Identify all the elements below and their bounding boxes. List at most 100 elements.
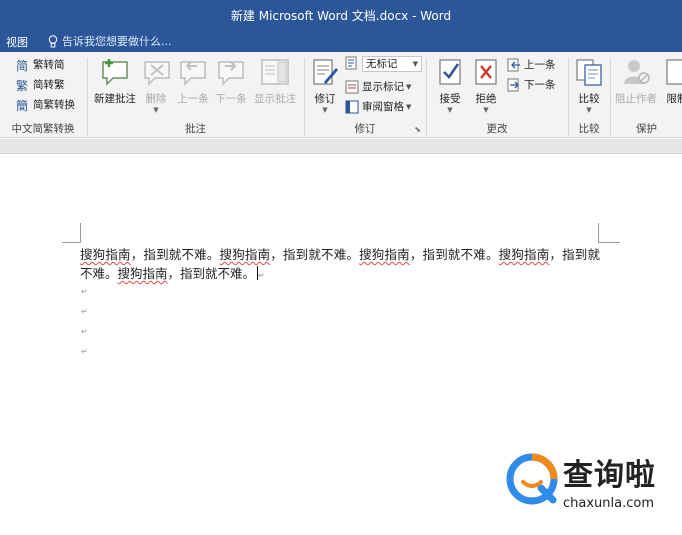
text-run: ，指到就不难。 <box>167 266 256 281</box>
svg-text:繁: 繁 <box>16 78 28 92</box>
show-markup-label: 显示标记 <box>362 81 404 93</box>
chevron-down-icon: ▼ <box>586 106 592 114</box>
group-label-comments: 批注 <box>185 123 206 135</box>
markup-mode-select[interactable]: 无标记 ▼ <box>362 56 422 72</box>
trad-to-simp-icon: 简 <box>16 58 30 72</box>
track-changes-button[interactable]: 修订 ▼ <box>309 56 341 114</box>
tell-me-box[interactable]: 告诉我您想要做什么... <box>48 33 172 49</box>
paragraph-mark-icon: ↵ <box>81 287 88 296</box>
paragraph-mark-icon: ↵ <box>81 307 88 316</box>
reviewing-pane-icon <box>345 100 359 114</box>
new-comment-label: 新建批注 <box>94 93 136 105</box>
group-label-chinese: 中文简繁转换 <box>11 123 75 135</box>
paragraph-mark-icon: ↵ <box>258 271 265 280</box>
compare-label: 比较 <box>578 93 600 105</box>
next-comment-label: 下一条 <box>215 93 247 105</box>
window-title: 新建 Microsoft Word 文档.docx - Word <box>230 9 452 23</box>
trad-to-simp-button[interactable]: 简 繁转简 <box>16 57 65 72</box>
tab-view[interactable]: 视图 <box>6 34 28 50</box>
reviewing-pane-label: 审阅窗格 <box>362 101 404 113</box>
convert-icon: 簡 <box>16 98 30 112</box>
group-tracking: 修订 ▼ 无标记 ▼ 显示标记 ▼ 审阅窗格 ▼ 修订 ⬊ <box>305 52 425 138</box>
text-run: ，指到就不难。 <box>130 247 220 262</box>
restrict-editing-button[interactable]: 限制 <box>661 56 682 106</box>
ribbon: 简 繁转简 繁 简转繁 簡 简繁转换 中文简繁转换 新建批注 删除 ▼ 上一条 … <box>0 52 682 138</box>
group-chinese-conversion: 简 繁转简 繁 简转繁 簡 简繁转换 中文简繁转换 <box>0 52 86 138</box>
paragraph-mark-icon: ↵ <box>81 327 88 336</box>
restrict-editing-icon <box>666 59 682 85</box>
watermark-url: chaxunla.com <box>563 496 654 511</box>
compare-button[interactable]: 比较 ▼ <box>573 56 605 114</box>
spell-flagged-word: 搜狗指南 <box>498 247 550 262</box>
group-label-tracking: 修订 <box>354 123 376 135</box>
simp-to-trad-button[interactable]: 繁 简转繁 <box>16 77 65 92</box>
next-change-label: 下一条 <box>524 79 556 91</box>
paragraph[interactable]: 搜狗指南，指到就不难。搜狗指南，指到就不难。搜狗指南，指到就不难。搜狗指南，指到… <box>80 245 600 285</box>
previous-change-label: 上一条 <box>524 59 556 71</box>
crop-mark <box>80 223 81 243</box>
track-changes-label: 修订 <box>314 93 336 105</box>
previous-comment-label: 上一条 <box>177 93 209 105</box>
group-label-protect: 保护 <box>636 123 657 135</box>
group-comments: 新建批注 删除 ▼ 上一条 下一条 显示批注 批注 <box>88 52 303 138</box>
markup-mode-value: 无标记 <box>366 58 398 70</box>
block-authors-icon <box>624 60 650 84</box>
chevron-down-icon: ▼ <box>483 106 489 114</box>
markup-mode-icon-wrap <box>345 56 362 70</box>
track-changes-icon <box>313 59 338 85</box>
previous-comment-button[interactable]: 上一条 <box>175 56 211 106</box>
spell-flagged-word: 搜狗指南 <box>80 247 131 262</box>
search-logo-icon <box>506 453 558 505</box>
convert-button[interactable]: 簡 简繁转换 <box>16 97 75 112</box>
accept-button[interactable]: 接受 ▼ <box>433 56 467 114</box>
group-changes: 接受 ▼ 拒绝 ▼ 上一条 下一条 更改 <box>427 52 567 138</box>
chevron-down-icon: ▼ <box>412 60 418 68</box>
reject-icon <box>475 59 497 85</box>
group-protect: 阻止作者 限制 保护 <box>611 52 682 138</box>
document-body[interactable]: 搜狗指南，指到就不难。搜狗指南，指到就不难。搜狗指南，指到就不难。搜狗指南，指到… <box>80 245 600 285</box>
simp-to-trad-icon: 繁 <box>16 78 30 92</box>
reject-button[interactable]: 拒绝 ▼ <box>469 56 503 114</box>
chevron-down-icon: ▼ <box>447 106 453 114</box>
group-label-changes: 更改 <box>486 123 508 135</box>
accept-icon <box>439 59 461 85</box>
show-comments-label: 显示批注 <box>254 93 296 105</box>
svg-text:简: 简 <box>16 59 28 72</box>
watermark-logo: 查询啦 chaxunla.com <box>505 450 680 516</box>
restrict-editing-label: 限制 <box>666 93 682 105</box>
new-comment-icon <box>102 59 128 86</box>
spell-flagged-word: 搜狗指南 <box>117 266 168 281</box>
lightbulb-icon <box>48 34 58 48</box>
accept-label: 接受 <box>439 93 461 105</box>
next-comment-icon <box>218 61 244 86</box>
reject-label: 拒绝 <box>475 93 497 105</box>
show-comments-button[interactable]: 显示批注 <box>251 56 299 106</box>
dialog-launcher-icon[interactable]: ⬊ <box>414 125 421 134</box>
show-markup-icon <box>345 80 359 94</box>
next-comment-button[interactable]: 下一条 <box>213 56 249 106</box>
svg-text:簡: 簡 <box>16 98 28 112</box>
simp-to-trad-label: 简转繁 <box>33 79 65 91</box>
next-change-button[interactable]: 下一条 <box>507 77 556 92</box>
new-comment-button[interactable]: 新建批注 <box>90 56 140 106</box>
paragraph-mark-icon: ↵ <box>81 347 88 356</box>
delete-comment-button[interactable]: 删除 ▼ <box>141 56 171 114</box>
tell-me-text: 告诉我您想要做什么... <box>62 35 172 48</box>
crop-mark <box>62 242 81 243</box>
chevron-down-icon: ▼ <box>322 106 328 114</box>
text-run: ，指到就不难。 <box>409 247 499 262</box>
delete-comment-icon <box>144 61 170 86</box>
previous-change-button[interactable]: 上一条 <box>507 57 556 72</box>
crop-mark <box>598 242 620 243</box>
ribbon-tab-row: 视图 告诉我您想要做什么... <box>0 30 682 52</box>
delete-comment-label: 删除 <box>145 93 167 105</box>
ribbon-bottom-strip <box>0 139 682 154</box>
show-markup-button[interactable]: 显示标记 ▼ <box>345 79 411 94</box>
chevron-down-icon: ▼ <box>406 82 412 91</box>
show-comments-icon <box>261 59 289 85</box>
group-label-compare: 比较 <box>578 123 600 135</box>
reviewing-pane-button[interactable]: 审阅窗格 ▼ <box>345 99 411 114</box>
block-authors-button[interactable]: 阻止作者 <box>613 56 659 106</box>
group-compare: 比较 ▼ 比较 <box>569 52 609 138</box>
convert-label: 简繁转换 <box>33 99 75 111</box>
